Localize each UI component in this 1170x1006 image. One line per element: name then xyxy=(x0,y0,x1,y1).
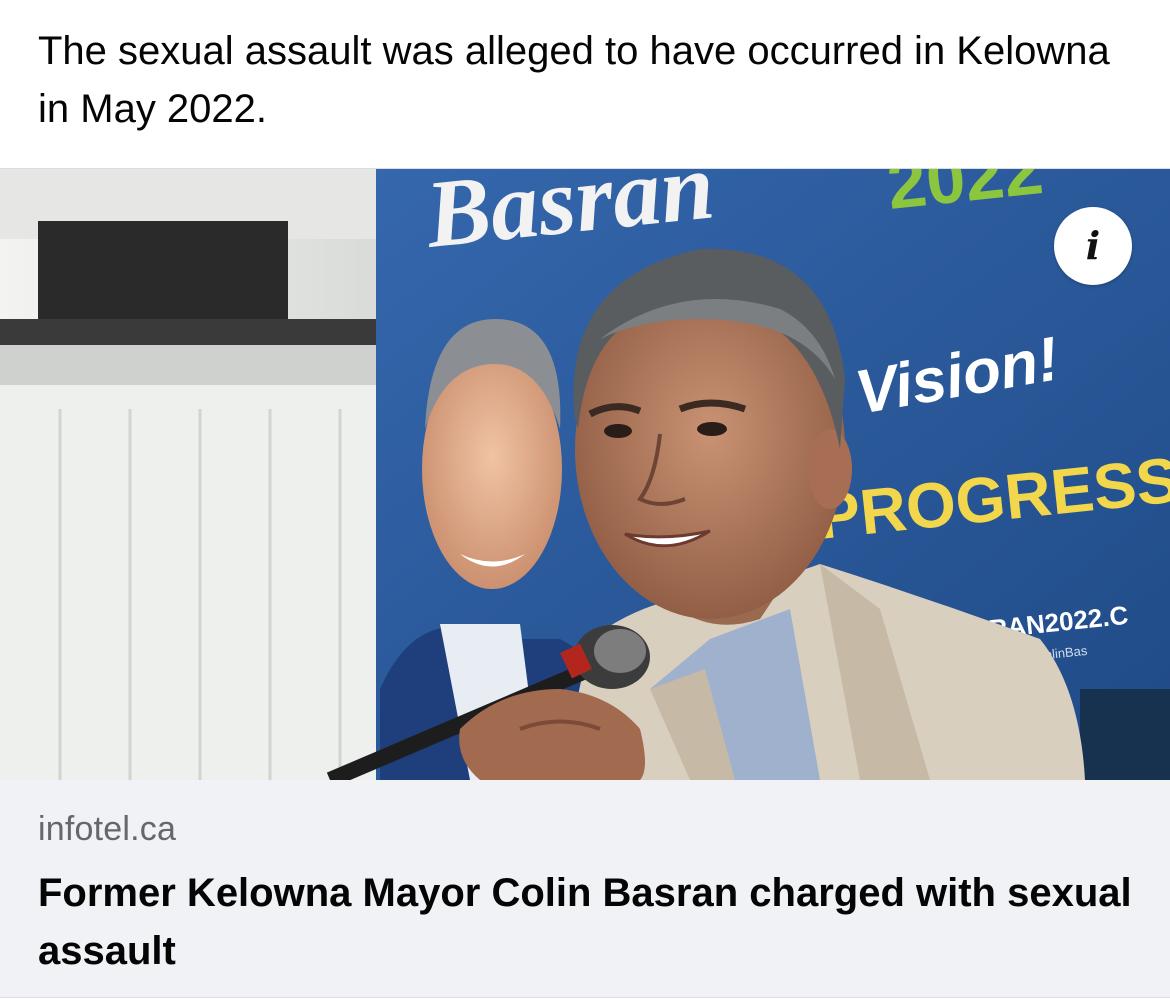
link-headline[interactable]: Former Kelowna Mayor Colin Basran charge… xyxy=(38,864,1138,980)
info-button[interactable]: i xyxy=(1054,207,1132,285)
link-preview-image[interactable]: Basran 2022 Vision! PROGRESS! BASRAN2022… xyxy=(0,169,1170,780)
link-preview-meta[interactable]: infotel.ca Former Kelowna Mayor Colin Ba… xyxy=(0,780,1170,996)
link-domain: infotel.ca xyxy=(38,810,177,848)
info-icon: i xyxy=(1085,223,1101,268)
news-photo: Basran 2022 Vision! PROGRESS! BASRAN2022… xyxy=(0,169,1170,780)
post-text: The sexual assault was alleged to have o… xyxy=(38,29,1110,131)
link-preview-card[interactable]: Basran 2022 Vision! PROGRESS! BASRAN2022… xyxy=(0,168,1170,998)
